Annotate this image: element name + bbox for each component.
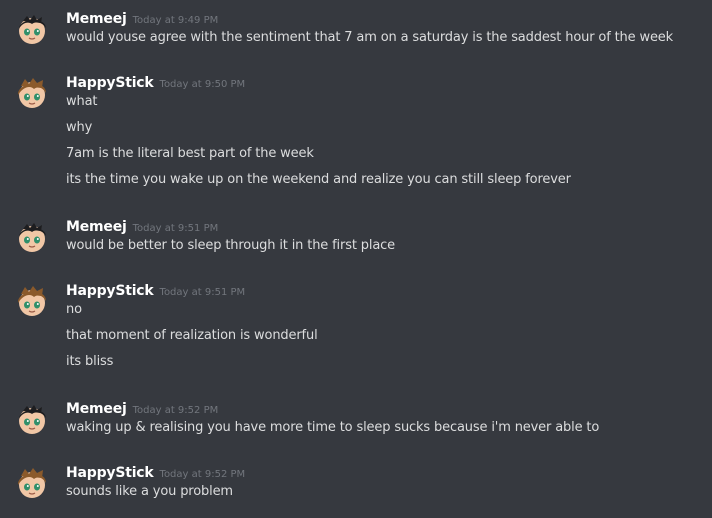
brown-hair-avatar-icon xyxy=(17,78,46,108)
timestamp: Today at 9:51 PM xyxy=(159,287,246,298)
timestamp: Today at 9:49 PM xyxy=(132,15,219,26)
username[interactable]: Memeej xyxy=(66,219,127,235)
dark-hair-avatar-icon xyxy=(19,223,46,252)
message-header: Memeej Today at 9:52 PM xyxy=(66,398,218,418)
avatar[interactable] xyxy=(14,12,50,48)
message-text: waking up & realising you have more time… xyxy=(66,420,600,435)
message-text: 7am is the literal best part of the week xyxy=(66,146,314,161)
username[interactable]: HappyStick xyxy=(66,465,154,481)
message-header: HappyStick Today at 9:51 PM xyxy=(66,280,245,300)
message-text: why xyxy=(66,120,93,135)
message-text: sounds like a you problem xyxy=(66,484,233,499)
avatar[interactable] xyxy=(14,76,50,112)
timestamp: Today at 9:51 PM xyxy=(132,223,219,234)
brown-hair-avatar-icon xyxy=(17,286,46,316)
avatar[interactable] xyxy=(14,220,50,256)
brown-hair-avatar-icon xyxy=(17,468,46,498)
timestamp: Today at 9:50 PM xyxy=(159,79,246,90)
message-text: its bliss xyxy=(66,354,114,369)
username[interactable]: Memeej xyxy=(66,11,127,27)
username[interactable]: HappyStick xyxy=(66,75,154,91)
username[interactable]: HappyStick xyxy=(66,283,154,299)
dark-hair-avatar-icon xyxy=(19,405,46,434)
message-text: what xyxy=(66,94,98,109)
message-text: that moment of realization is wonderful xyxy=(66,328,318,343)
message-text: its the time you wake up on the weekend … xyxy=(66,172,571,187)
timestamp: Today at 9:52 PM xyxy=(159,469,246,480)
message-text: no xyxy=(66,302,82,317)
username[interactable]: Memeej xyxy=(66,401,127,417)
dark-hair-avatar-icon xyxy=(19,15,46,44)
avatar[interactable] xyxy=(14,284,50,320)
message-text: would youse agree with the sentiment tha… xyxy=(66,30,674,45)
avatar[interactable] xyxy=(14,466,50,502)
message-header: HappyStick Today at 9:50 PM xyxy=(66,72,245,92)
message-header: Memeej Today at 9:49 PM xyxy=(66,8,218,28)
avatar[interactable] xyxy=(14,402,50,438)
message-header: HappyStick Today at 9:52 PM xyxy=(66,462,245,482)
message-header: Memeej Today at 9:51 PM xyxy=(66,216,218,236)
timestamp: Today at 9:52 PM xyxy=(132,405,219,416)
message-text: would be better to sleep through it in t… xyxy=(66,238,395,253)
